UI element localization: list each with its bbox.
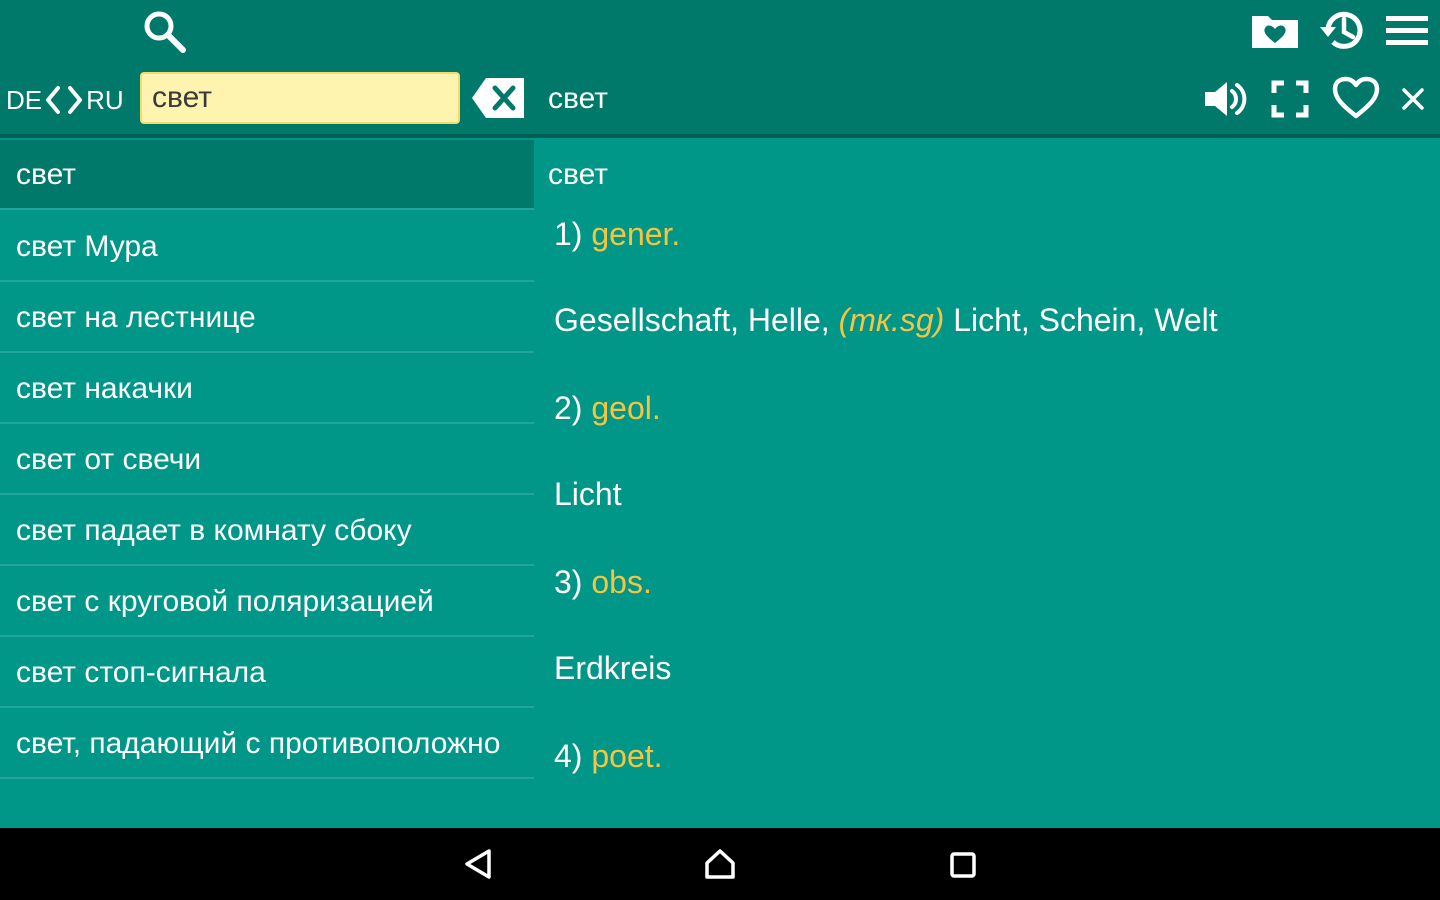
home-icon[interactable] <box>700 844 740 884</box>
search-icon[interactable] <box>138 6 190 56</box>
list-item[interactable]: свет накачки <box>0 354 534 424</box>
translation-text: Gesellschaft, Helle, <box>554 302 839 338</box>
sense-number-label: 1) <box>554 216 583 252</box>
sense-number: 1) gener. <box>554 216 680 253</box>
list-item[interactable]: свет падает в комнату сбоку <box>0 496 534 566</box>
sense-tag[interactable]: poet. <box>591 738 662 774</box>
close-icon[interactable] <box>1398 84 1428 114</box>
sense-translation: Erdkreis <box>554 650 671 687</box>
menu-icon[interactable] <box>1382 10 1432 52</box>
results-list: свет свет Мура свет на лестнице свет нак… <box>0 138 534 828</box>
system-nav-bar <box>0 828 1440 900</box>
sense-number: 2) geol. <box>554 390 661 427</box>
list-item[interactable]: свет от свечи <box>0 425 534 495</box>
list-item[interactable]: свет на лестнице <box>0 283 534 353</box>
clear-search-button[interactable] <box>470 76 526 120</box>
list-item[interactable]: свет стоп-сигнала <box>0 638 534 708</box>
list-item[interactable]: свет <box>0 140 534 210</box>
translation-text: Licht <box>554 476 622 512</box>
language-switcher[interactable]: DE RU <box>6 80 124 120</box>
list-item[interactable]: свет с круговой поляризацией <box>0 567 534 637</box>
sense-tag[interactable]: geol. <box>591 390 660 426</box>
back-icon[interactable] <box>458 844 498 884</box>
speaker-icon[interactable] <box>1200 76 1250 122</box>
sense-number-label: 2) <box>554 390 583 426</box>
list-item[interactable]: свет Мура <box>0 212 534 282</box>
article-panel: свет 1) gener. Gesellschaft, Helle, (тк.… <box>534 138 1440 828</box>
sense-number: 4) poet. <box>554 738 663 775</box>
sense-tag[interactable]: gener. <box>591 216 680 252</box>
list-item[interactable]: свет, падающий с противоположно <box>0 709 534 779</box>
sense-number-label: 4) <box>554 738 583 774</box>
chevron-right-icon[interactable] <box>64 80 86 120</box>
translation-text: Erdkreis <box>554 650 672 686</box>
translation-text: Licht, Schein, Welt <box>944 302 1218 338</box>
sense-translation: Licht <box>554 476 622 513</box>
history-icon[interactable] <box>1314 6 1368 54</box>
target-language[interactable]: RU <box>86 85 124 116</box>
header-word: свет <box>548 82 609 115</box>
search-input[interactable] <box>140 72 460 124</box>
chevron-left-icon[interactable] <box>42 80 64 120</box>
favorites-folder-icon[interactable] <box>1248 8 1302 52</box>
fullscreen-icon[interactable] <box>1268 78 1312 120</box>
grammar-note: (тк.sg) <box>838 302 945 338</box>
sense-translation: Gesellschaft, Helle, (тк.sg) Licht, Sche… <box>554 302 1218 339</box>
sense-tag[interactable]: obs. <box>591 564 651 600</box>
heart-icon[interactable] <box>1330 74 1382 122</box>
sense-number-label: 3) <box>554 564 583 600</box>
sense-number: 3) obs. <box>554 564 652 601</box>
recents-icon[interactable] <box>944 846 982 884</box>
source-language[interactable]: DE <box>6 85 42 116</box>
article-word: свет <box>548 158 609 191</box>
